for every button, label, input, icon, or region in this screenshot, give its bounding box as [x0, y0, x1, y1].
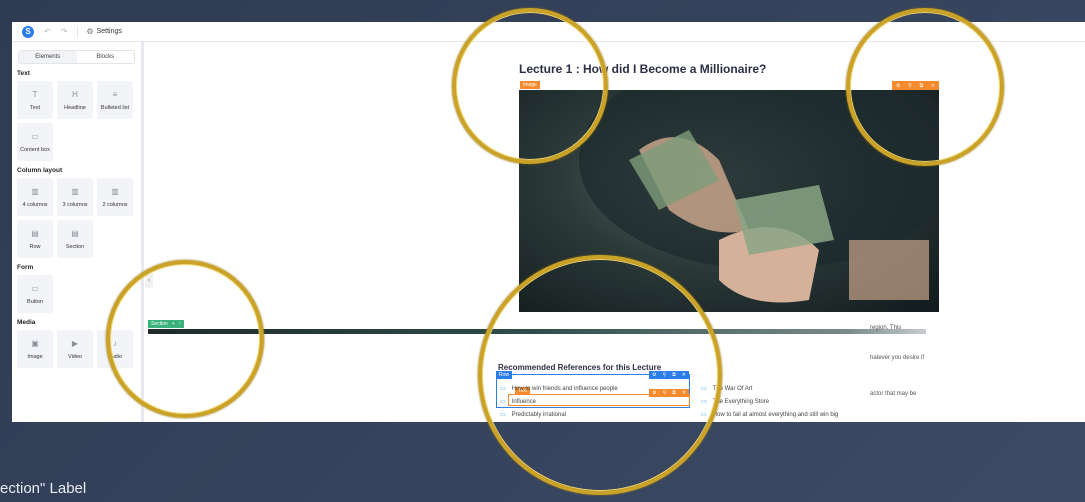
element-bulleted-list[interactable]: ≡ Bulleted list — [97, 81, 133, 119]
element-content-box[interactable]: ▭ Content box — [17, 123, 53, 161]
gear-icon: ⚙ — [86, 27, 94, 36]
reference-label: How to fail at almost everything and sti… — [712, 411, 839, 418]
columns-icon: ▥ — [111, 186, 119, 196]
app-logo[interactable]: S — [22, 25, 34, 38]
element-label: Video — [68, 353, 82, 360]
element-text[interactable]: T Text — [17, 81, 53, 119]
settings-button[interactable]: ⚙ Settings — [86, 27, 121, 36]
element-2-columns[interactable]: ▥ 2 columns — [97, 178, 133, 216]
redo-icon[interactable]: ↷ — [61, 27, 68, 36]
slide-caption: ection" Label — [0, 480, 87, 497]
element-row[interactable]: ▤ Row — [17, 220, 53, 258]
row-icon: ▤ — [31, 228, 39, 238]
element-label: Bulleted list — [100, 104, 130, 111]
list-icon: ≡ — [112, 89, 118, 99]
element-image[interactable]: ▣ Image — [17, 330, 53, 368]
content-box-icon: ▭ — [31, 131, 39, 141]
element-label: Section — [65, 243, 85, 250]
highlight-ring — [452, 8, 608, 164]
columns-icon: ▥ — [71, 186, 79, 196]
element-label: Image — [27, 353, 43, 360]
undo-icon[interactable]: ↶ — [44, 27, 51, 36]
element-section[interactable]: ▤ Section — [57, 220, 93, 258]
element-video[interactable]: ▶ Video — [57, 330, 93, 368]
toolbar-divider — [77, 25, 79, 38]
columns-icon: ▥ — [31, 186, 39, 196]
element-label: Row — [29, 243, 41, 250]
section-icon: ▤ — [71, 228, 79, 238]
section-title-column-layout: Column layout — [17, 167, 63, 174]
highlight-ring — [478, 255, 722, 495]
column-layout-grid: ▥ 4 columns ▥ 3 columns ▥ 2 columns ▤ Row ▤ S… — [17, 178, 141, 258]
element-3-columns[interactable]: ▥ 3 columns — [57, 178, 93, 216]
highlight-ring — [846, 8, 1004, 166]
tab-elements[interactable]: Elements — [19, 51, 77, 63]
element-4-columns[interactable]: ▥ 4 columns — [17, 178, 53, 216]
reference-label: The Everything Store — [712, 398, 770, 405]
sidebar-tabs: Elements Blocks — [18, 50, 135, 64]
section-title-form: Form — [17, 264, 34, 271]
image-icon: ▣ — [31, 338, 39, 348]
highlight-ring — [106, 260, 264, 418]
element-label: Headline — [64, 104, 86, 111]
video-icon: ▶ — [71, 338, 79, 348]
element-label: 3 columns — [62, 201, 88, 208]
text-icon: T — [32, 89, 38, 99]
body-text-fragment: hatever you desire if — [870, 355, 925, 361]
element-button[interactable]: ▭ Button — [17, 275, 53, 313]
element-label: Text — [29, 104, 41, 111]
tab-blocks[interactable]: Blocks — [77, 51, 135, 63]
settings-label: Settings — [96, 28, 122, 35]
headline-icon: H — [72, 89, 78, 99]
text-elements-grid: T Text H Headline ≡ Bulleted list ▭ Content … — [17, 81, 141, 161]
element-label: 2 columns — [102, 201, 128, 208]
body-text-fragment: actor that may be — [870, 391, 917, 397]
element-label: Button — [27, 298, 43, 305]
section-title-text: Text — [17, 70, 30, 77]
list-item[interactable]: ▭ How to fail at almost everything and st… — [701, 411, 839, 419]
element-label: Content box — [20, 146, 50, 153]
button-icon: ▭ — [31, 283, 39, 293]
element-headline[interactable]: H Headline — [57, 81, 93, 119]
element-label: 4 columns — [22, 201, 48, 208]
body-text-fragment: region. This — [870, 325, 902, 331]
